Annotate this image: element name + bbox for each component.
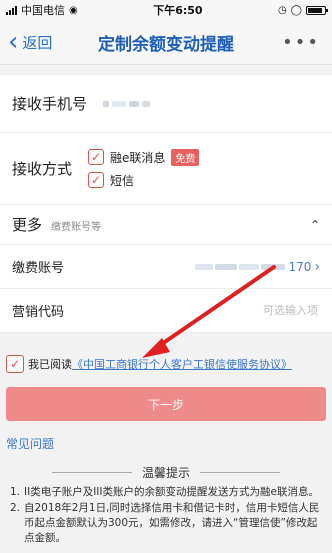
masked-phone-number	[103, 100, 151, 107]
tips-title: 温馨提示	[141, 466, 190, 480]
next-button[interactable]: 下一步	[6, 387, 326, 421]
status-bar: 中国电信 ◉ 下午6:50 ◷ ◯	[0, 0, 332, 20]
divider	[200, 472, 280, 473]
tip-text: 自2018年2月1日,同时选择信用卡和借记卡时，信用卡短信人民币起点金额默认为3…	[24, 502, 320, 544]
faq-link[interactable]: 常见问题	[0, 435, 332, 452]
phone-label: 接收手机号	[12, 95, 88, 113]
more-sub-label: 缴费账号等	[51, 222, 102, 233]
signal-icon	[6, 5, 17, 15]
tip-item: 2. 自2018年2月1日,同时选择信用卡和借记卡时，信用卡短信人民币起点金额默…	[10, 501, 322, 546]
promo-code-input[interactable]	[216, 303, 320, 318]
free-badge: 免费	[171, 148, 200, 166]
back-label: 返回	[22, 33, 53, 52]
form-card: 接收手机号 接收方式 ✓ 融e联消息 免费 ✓ 短信 更多 缴费账号等 ⌃ 缴费…	[0, 75, 332, 333]
nav-bar: ‹ 返回 定制余额变动提醒 •••	[0, 20, 332, 65]
promo-code-row: 营销代码	[0, 289, 332, 333]
alarm-icon: ◷	[278, 4, 287, 16]
status-time: 下午6:50	[153, 4, 203, 17]
option-label: 融e联消息	[110, 150, 166, 165]
back-button[interactable]: ‹ 返回	[0, 27, 53, 57]
payment-account-row[interactable]: 缴费账号 170 ›	[0, 245, 332, 289]
tip-text: II类电子账户及III类账户的余额变动提醒发送方式为融e联消息。	[24, 486, 319, 498]
chevron-left-icon: ‹	[8, 27, 19, 57]
phone-row: 接收手机号	[0, 75, 332, 133]
option-label: 短信	[110, 173, 135, 188]
more-menu-button[interactable]: •••	[282, 32, 320, 53]
agreement-row: ✓ 我已阅读 《中国工商银行个人客户工银信使服务协议》	[0, 347, 332, 381]
agreement-prefix: 我已阅读	[28, 358, 72, 371]
carrier-label: 中国电信	[21, 4, 65, 17]
wifi-icon: ◉	[69, 4, 78, 16]
option-rongelian[interactable]: ✓ 融e联消息 免费	[88, 148, 200, 166]
more-label: 更多	[12, 216, 43, 234]
account-suffix: 170	[288, 259, 312, 274]
battery-icon	[305, 5, 328, 15]
checkbox-checked-icon[interactable]: ✓	[88, 149, 105, 165]
clock-icon: ◯	[290, 4, 302, 16]
agreement-checkbox[interactable]: ✓	[6, 355, 24, 373]
more-toggle-row[interactable]: 更多 缴费账号等 ⌃	[0, 205, 332, 245]
account-label: 缴费账号	[12, 261, 65, 276]
tip-item: 1. II类电子账户及III类账户的余额变动提醒发送方式为融e联消息。	[10, 486, 319, 498]
chevron-right-icon: ›	[314, 258, 320, 275]
receive-method-row: 接收方式 ✓ 融e联消息 免费 ✓ 短信	[0, 133, 332, 205]
tips-list: 1. II类电子账户及III类账户的余额变动提醒发送方式为融e联消息。 2. 自…	[0, 481, 332, 546]
checkbox-checked-icon[interactable]: ✓	[88, 172, 105, 188]
option-sms[interactable]: ✓ 短信	[88, 172, 199, 189]
method-label: 接收方式	[12, 160, 73, 178]
masked-account	[195, 263, 286, 270]
promo-label: 营销代码	[12, 305, 65, 320]
tips-header: 温馨提示	[0, 464, 332, 481]
agreement-link[interactable]: 《中国工商银行个人客户工银信使服务协议》	[72, 356, 292, 372]
caret-up-icon[interactable]: ⌃	[310, 218, 320, 232]
divider	[51, 472, 132, 473]
